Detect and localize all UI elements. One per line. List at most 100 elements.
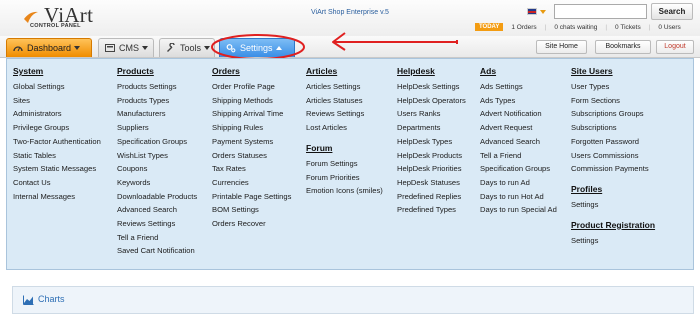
menu-item[interactable]: Tax Rates	[212, 162, 291, 176]
users-count[interactable]: 0 Users	[658, 24, 680, 31]
menu-item[interactable]: Sites	[13, 94, 101, 108]
menu-item[interactable]: Users Ranks	[397, 107, 466, 121]
menu-heading-site-users[interactable]: Site Users	[571, 66, 655, 76]
language-flag-icon[interactable]	[527, 8, 537, 15]
tickets-count[interactable]: 0 Tickets	[615, 24, 641, 31]
menu-item[interactable]: Orders Recover	[212, 217, 291, 231]
menu-heading-forum[interactable]: Forum	[306, 143, 383, 153]
menu-item[interactable]: Users Commissions	[571, 149, 655, 163]
menu-heading-products[interactable]: Products	[117, 66, 197, 76]
tab-tools[interactable]: Tools	[159, 38, 215, 57]
menu-item[interactable]: Contact Us	[13, 176, 101, 190]
menu-item[interactable]: HelpDesk Priorities	[397, 162, 466, 176]
settings-menu: System Global Settings Sites Administrat…	[6, 58, 694, 270]
menu-heading-profiles[interactable]: Profiles	[571, 184, 655, 194]
menu-item[interactable]: Order Profile Page	[212, 80, 291, 94]
menu-heading-articles[interactable]: Articles	[306, 66, 383, 76]
menu-item[interactable]: Reviews Settings	[117, 217, 197, 231]
menu-item[interactable]: Manufacturers	[117, 107, 197, 121]
menu-item[interactable]: Tell a Friend	[117, 231, 197, 245]
menu-item[interactable]: Suppliers	[117, 121, 197, 135]
menu-item[interactable]: Ads Settings	[480, 80, 557, 94]
menu-item[interactable]: Specification Groups	[117, 135, 197, 149]
menu-item[interactable]: Days to run Ad	[480, 176, 557, 190]
charts-title[interactable]: Charts	[38, 294, 65, 304]
menu-item[interactable]: Lost Articles	[306, 121, 383, 135]
status-bar: TODAY 1 Orders | 0 chats waiting | 0 Tic…	[475, 23, 689, 31]
menu-heading-product-registration[interactable]: Product Registration	[571, 220, 655, 230]
menu-column-site-users: Site Users User Types Form Sections Subs…	[571, 66, 655, 247]
menu-item[interactable]: Products Types	[117, 94, 197, 108]
menu-item[interactable]: Subscriptions	[571, 121, 655, 135]
menu-item[interactable]: Forgotten Password	[571, 135, 655, 149]
menu-item[interactable]: Saved Cart Notification	[117, 244, 197, 258]
site-home-button[interactable]: Site Home	[536, 40, 587, 54]
menu-item[interactable]: Emotion Icons (smiles)	[306, 184, 383, 198]
menu-item[interactable]: Shipping Arrival Time	[212, 107, 291, 121]
menu-item[interactable]: Settings	[571, 198, 655, 212]
menu-item[interactable]: Downloadable Products	[117, 190, 197, 204]
menu-item[interactable]: Advert Notification	[480, 107, 557, 121]
menu-item[interactable]: Form Sections	[571, 94, 655, 108]
menu-item[interactable]: HepDesk Statuses	[397, 176, 466, 190]
menu-item[interactable]: Currencies	[212, 176, 291, 190]
menu-item[interactable]: Administrators	[13, 107, 101, 121]
menu-item[interactable]: Forum Priorities	[306, 171, 383, 185]
menu-item[interactable]: Two-Factor Authentication	[13, 135, 101, 149]
menu-item[interactable]: Keywords	[117, 176, 197, 190]
menu-item[interactable]: Commission Payments	[571, 162, 655, 176]
menu-item[interactable]: Settings	[571, 234, 655, 248]
menu-item[interactable]: Advanced Search	[117, 203, 197, 217]
tab-dashboard[interactable]: Dashboard	[6, 38, 92, 57]
tab-cms[interactable]: CMS	[98, 38, 154, 57]
menu-item[interactable]: Privilege Groups	[13, 121, 101, 135]
today-badge[interactable]: TODAY	[475, 23, 504, 31]
menu-item[interactable]: Days to run Hot Ad	[480, 190, 557, 204]
orders-count[interactable]: 1 Orders	[511, 24, 536, 31]
menu-item[interactable]: Ads Types	[480, 94, 557, 108]
menu-item[interactable]: HelpDesk Types	[397, 135, 466, 149]
menu-item[interactable]: BOM Settings	[212, 203, 291, 217]
menu-item[interactable]: User Types	[571, 80, 655, 94]
menu-item[interactable]: Predefined Replies	[397, 190, 466, 204]
menu-item[interactable]: WishList Types	[117, 149, 197, 163]
logo-subtitle: CONTROL PANEL	[30, 23, 81, 29]
menu-item[interactable]: Reviews Settings	[306, 107, 383, 121]
menu-heading-system[interactable]: System	[13, 66, 101, 76]
logout-button[interactable]: Logout	[656, 40, 694, 54]
menu-item[interactable]: Coupons	[117, 162, 197, 176]
search-input[interactable]	[554, 4, 647, 19]
menu-item[interactable]: Shipping Methods	[212, 94, 291, 108]
menu-item[interactable]: Predefined Types	[397, 203, 466, 217]
menu-item[interactable]: HelpDesk Operators	[397, 94, 466, 108]
tab-settings[interactable]: Settings	[219, 38, 295, 57]
menu-item[interactable]: Internal Messages	[13, 190, 101, 204]
menu-item[interactable]: Specification Groups	[480, 162, 557, 176]
menu-heading-orders[interactable]: Orders	[212, 66, 291, 76]
bookmarks-button[interactable]: Bookmarks	[595, 40, 651, 54]
search-button[interactable]: Search	[651, 3, 693, 20]
menu-heading-ads[interactable]: Ads	[480, 66, 557, 76]
menu-item[interactable]: Orders Statuses	[212, 149, 291, 163]
menu-item[interactable]: Shipping Rules	[212, 121, 291, 135]
menu-item[interactable]: HelpDesk Products	[397, 149, 466, 163]
menu-item[interactable]: Advanced Search	[480, 135, 557, 149]
menu-item[interactable]: Advert Request	[480, 121, 557, 135]
menu-item[interactable]: Printable Page Settings	[212, 190, 291, 204]
menu-item[interactable]: Departments	[397, 121, 466, 135]
menu-heading-helpdesk[interactable]: Helpdesk	[397, 66, 466, 76]
menu-item[interactable]: Days to run Special Ad	[480, 203, 557, 217]
menu-item[interactable]: Articles Settings	[306, 80, 383, 94]
chats-count[interactable]: 0 chats waiting	[554, 24, 597, 31]
language-caret-icon[interactable]	[540, 10, 546, 14]
menu-item[interactable]: Subscriptions Groups	[571, 107, 655, 121]
menu-item[interactable]: Forum Settings	[306, 157, 383, 171]
menu-item[interactable]: Articles Statuses	[306, 94, 383, 108]
menu-item[interactable]: System Static Messages	[13, 162, 101, 176]
menu-item[interactable]: Global Settings	[13, 80, 101, 94]
menu-item[interactable]: Payment Systems	[212, 135, 291, 149]
menu-item[interactable]: Static Tables	[13, 149, 101, 163]
menu-item[interactable]: HelpDesk Settings	[397, 80, 466, 94]
menu-item[interactable]: Products Settings	[117, 80, 197, 94]
menu-item[interactable]: Tell a Friend	[480, 149, 557, 163]
